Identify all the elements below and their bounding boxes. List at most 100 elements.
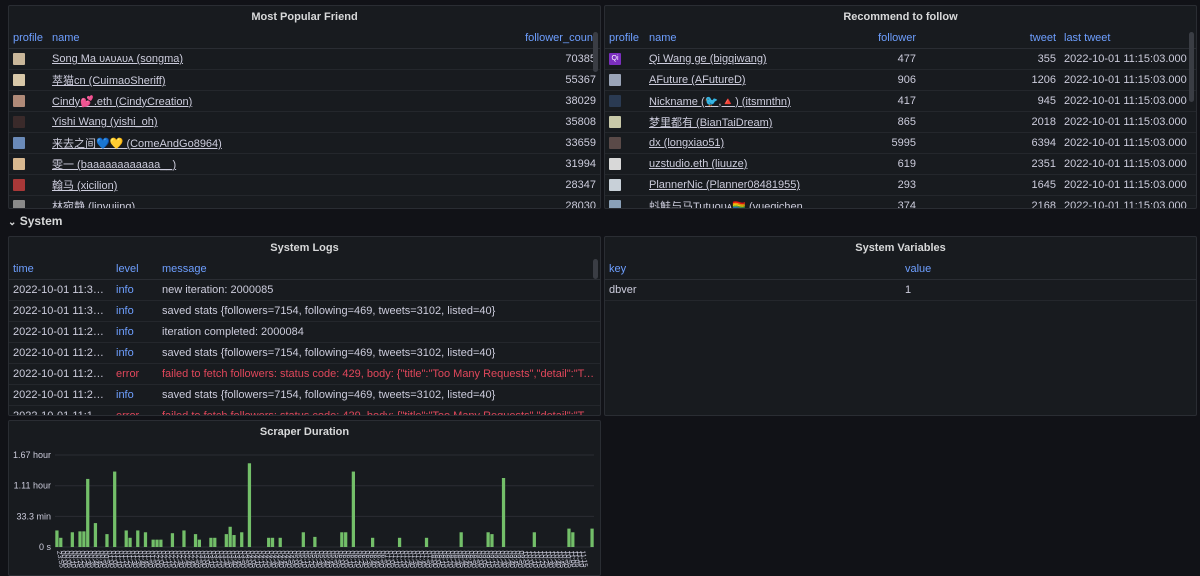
bar[interactable] xyxy=(278,537,282,547)
avatar[interactable] xyxy=(609,158,621,171)
bar[interactable] xyxy=(424,537,429,547)
avatar[interactable] xyxy=(13,53,25,66)
avatar[interactable] xyxy=(13,179,25,192)
column-header-follower[interactable]: follower xyxy=(830,28,920,49)
bar[interactable] xyxy=(232,535,236,547)
bar[interactable] xyxy=(143,532,148,547)
column-header-profile[interactable]: profile xyxy=(605,28,645,49)
bar[interactable] xyxy=(590,528,594,547)
bar[interactable] xyxy=(209,537,213,547)
bar[interactable] xyxy=(532,532,536,547)
bar[interactable] xyxy=(55,530,59,547)
column-header-tweet[interactable]: tweet xyxy=(920,28,1060,49)
column-header-key[interactable]: key xyxy=(605,259,901,280)
friend-name-link[interactable]: Cindy💕.eth (CindyCreation) xyxy=(48,90,428,112)
bar[interactable] xyxy=(270,537,275,547)
bar[interactable] xyxy=(344,532,348,547)
column-header-value[interactable]: value xyxy=(901,259,1196,280)
recommend-name-link[interactable]: Qi Wang ge (bigqiwang) xyxy=(645,48,830,70)
recommend-name-link[interactable]: Nickname (🐦,🔺) (itsmnthn) xyxy=(645,90,830,112)
avatar[interactable] xyxy=(13,116,25,129)
avatar[interactable] xyxy=(609,74,621,87)
avatar[interactable] xyxy=(13,95,25,108)
table-row: 蚪鮭与马Tutuᴏᴜᴀ🏳️‍🌈 (yuegichen… 374 2168 2022-1… xyxy=(605,195,1196,208)
recommend-name-link[interactable]: dx (longxiao51) xyxy=(645,132,830,154)
friend-name-link[interactable]: Yishi Wang (yishi_oh) xyxy=(48,111,428,133)
recommend-name-link[interactable]: AFuture (AFutureD) xyxy=(645,69,830,91)
friend-name-link[interactable]: 萃猫cn (CuimaoSheriff) xyxy=(48,69,428,91)
popular-friend-panel: Most Popular Friend profile name followe… xyxy=(8,5,601,209)
avatar[interactable] xyxy=(609,200,621,208)
avatar[interactable] xyxy=(609,95,621,108)
bar[interactable] xyxy=(193,534,198,547)
bar[interactable] xyxy=(93,523,98,547)
avatar[interactable] xyxy=(609,137,621,150)
table-row: 2022-10-01 11:30:03 info new iteration: 20… xyxy=(9,279,600,301)
friend-name-link[interactable]: 翰马 (xicilion) xyxy=(48,174,428,196)
bar[interactable] xyxy=(182,530,186,547)
bar[interactable] xyxy=(351,471,355,547)
bar[interactable] xyxy=(486,532,490,547)
system-variables-table: key value dbver 1 xyxy=(605,259,1196,301)
bar[interactable] xyxy=(113,471,117,547)
friend-name-link[interactable]: 雯一 (baaaaaaaaaaaa__) xyxy=(48,153,428,175)
column-header-profile[interactable]: profile xyxy=(9,28,48,49)
bar[interactable] xyxy=(313,536,317,547)
bar[interactable] xyxy=(340,532,344,547)
recommend-name-link[interactable]: PlannerNic (Planner08481955) xyxy=(645,174,830,196)
bar[interactable] xyxy=(490,534,494,547)
bar[interactable] xyxy=(247,463,252,547)
bar[interactable] xyxy=(397,537,402,547)
friend-name-link[interactable]: 来去之间💙💛 (ComeAndGo8964) xyxy=(48,132,428,154)
bar[interactable] xyxy=(155,539,159,547)
avatar[interactable] xyxy=(13,74,25,87)
column-header-follower-count[interactable]: follower_count xyxy=(428,28,600,49)
bar[interactable] xyxy=(170,533,175,547)
avatar[interactable] xyxy=(13,137,25,150)
column-header-level[interactable]: level xyxy=(112,259,158,280)
bar[interactable] xyxy=(82,531,86,547)
column-header-message[interactable]: message xyxy=(158,259,600,280)
recommend-name-link[interactable]: 蚪鮭与马Tutuᴏᴜᴀ🏳️‍🌈 (yuegichen… xyxy=(645,195,830,208)
avatar[interactable] xyxy=(13,158,25,171)
bar[interactable] xyxy=(124,530,128,547)
bar[interactable] xyxy=(70,532,74,547)
bar[interactable] xyxy=(501,478,506,547)
avatar[interactable] xyxy=(609,116,621,129)
column-header-name[interactable]: name xyxy=(645,28,830,49)
friend-name-link[interactable]: 林宛静 (linyujing) xyxy=(48,195,428,208)
bar[interactable] xyxy=(567,528,571,547)
bar[interactable] xyxy=(240,532,244,547)
bar[interactable] xyxy=(78,531,82,547)
avatar[interactable] xyxy=(13,200,25,208)
bar[interactable] xyxy=(267,537,271,547)
bar[interactable] xyxy=(197,539,201,547)
bar[interactable] xyxy=(128,537,132,547)
friend-name-link[interactable]: Song Ma ᴜᴀᴜᴀᴜᴀ (songma) xyxy=(48,48,428,70)
recommend-name-link[interactable]: uzstudio.eth (liuuze) xyxy=(645,153,830,175)
bar[interactable] xyxy=(213,537,217,547)
section-row-system[interactable]: ⌄ System xyxy=(8,214,62,228)
bar[interactable] xyxy=(371,537,375,547)
scrollbar[interactable] xyxy=(593,259,598,279)
bar[interactable] xyxy=(151,539,155,547)
bar[interactable] xyxy=(459,532,463,547)
avatar[interactable]: Qi xyxy=(609,53,621,66)
bar[interactable] xyxy=(228,526,232,547)
table-row: 2022-10-01 11:25:29 info iteration complet… xyxy=(9,321,600,343)
column-header-name[interactable]: name xyxy=(48,28,428,49)
bar[interactable] xyxy=(105,534,109,547)
bar[interactable] xyxy=(224,534,228,547)
bar[interactable] xyxy=(301,532,305,547)
bar[interactable] xyxy=(59,537,63,547)
recommend-name-link[interactable]: 梦里都有 (BianTaiDream) xyxy=(645,111,830,133)
column-header-time[interactable]: time xyxy=(9,259,112,280)
bar[interactable] xyxy=(86,478,90,547)
bar[interactable] xyxy=(571,532,575,547)
column-header-last-tweet[interactable]: last tweet xyxy=(1060,28,1196,49)
bar[interactable] xyxy=(136,530,140,547)
avatar[interactable] xyxy=(609,179,621,192)
scrollbar[interactable] xyxy=(1189,32,1194,102)
scrollbar[interactable] xyxy=(593,32,598,72)
bar[interactable] xyxy=(159,539,163,547)
